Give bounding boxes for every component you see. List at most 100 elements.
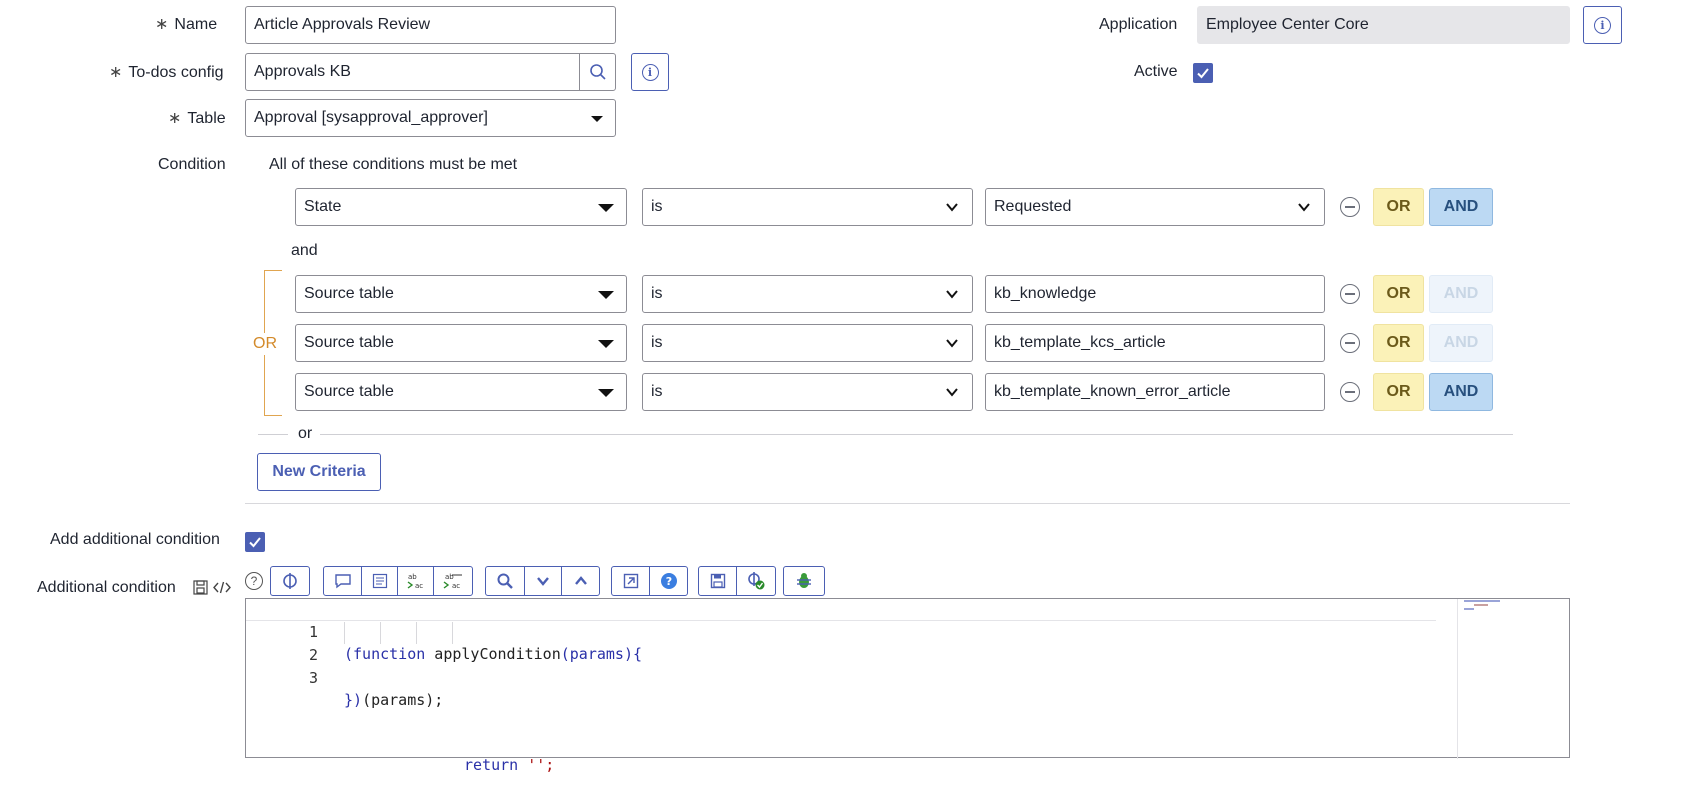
comment-button[interactable]	[323, 566, 362, 596]
condition-field-select[interactable]: State	[295, 188, 627, 226]
scroll-down-button[interactable]	[524, 566, 562, 596]
and-button-disabled: AND	[1429, 324, 1493, 362]
required-marker: ∗	[109, 64, 123, 81]
application-field: Employee Center Core	[1197, 6, 1570, 44]
application-label: Application	[1099, 16, 1178, 33]
additional-condition-label: Additional condition	[37, 579, 176, 596]
or-separator-line-right	[320, 434, 1513, 435]
replace-icon: abac	[407, 573, 423, 590]
chevron-down-icon	[946, 388, 958, 397]
script-editor[interactable]: 1 (function applyCondition(params){ 2 re…	[245, 598, 1570, 774]
and-button-disabled: AND	[1429, 275, 1493, 313]
caret-down-icon	[598, 340, 614, 348]
scroll-up-icon	[574, 576, 587, 585]
and-connector: and	[291, 242, 318, 259]
condition-operator-select[interactable]: is	[642, 324, 973, 362]
info-icon: i	[1594, 16, 1611, 34]
svg-text:ac: ac	[415, 582, 423, 590]
required-marker: ∗	[155, 16, 169, 33]
indent-guide	[344, 622, 345, 644]
todos-config-input[interactable]: Approvals KB	[245, 53, 580, 91]
fullscreen-button[interactable]	[611, 566, 650, 596]
condition-header: All of these conditions must be met	[269, 156, 518, 173]
code-line-3: 3 })(params);	[246, 645, 1436, 709]
active-checkbox[interactable]	[1193, 63, 1213, 83]
condition-field-select[interactable]: Source table	[295, 324, 627, 362]
and-button[interactable]: AND	[1429, 373, 1493, 411]
remove-condition-button[interactable]	[1340, 333, 1360, 353]
indent-guide	[416, 622, 417, 644]
condition-operator-select[interactable]: is	[642, 275, 973, 313]
condition-label: Condition	[158, 156, 226, 173]
application-info-button[interactable]: i	[1583, 6, 1622, 44]
caret-down-icon	[598, 291, 614, 299]
or-button[interactable]: OR	[1373, 324, 1424, 362]
save-script-button[interactable]	[698, 566, 737, 596]
replace-all-button[interactable]: ab ac	[433, 566, 473, 596]
remove-condition-button[interactable]	[1340, 284, 1360, 304]
check-icon	[1197, 68, 1209, 79]
code-toggle-icon[interactable]	[213, 580, 231, 595]
chevron-down-icon	[946, 203, 958, 212]
scroll-up-button[interactable]	[561, 566, 600, 596]
condition-value-input[interactable]: kb_template_kcs_article	[985, 324, 1325, 362]
condition-operator-select[interactable]: is	[642, 188, 973, 226]
or-button[interactable]: OR	[1373, 373, 1424, 411]
add-additional-condition-checkbox[interactable]	[245, 532, 265, 552]
condition-operator-select[interactable]: is	[642, 373, 973, 411]
remove-condition-button[interactable]	[1340, 382, 1360, 402]
script-check-icon	[748, 572, 765, 590]
todos-lookup-button[interactable]	[579, 53, 616, 91]
condition-value-input[interactable]: kb_template_known_error_article	[985, 373, 1325, 411]
name-label: ∗ Name	[155, 16, 218, 33]
todos-info-button[interactable]: i	[631, 53, 669, 91]
or-group-label: OR	[253, 333, 277, 355]
chevron-down-icon	[946, 290, 958, 299]
todos-config-label: ∗ To-dos config	[109, 64, 224, 81]
condition-value-select[interactable]: Requested	[985, 188, 1325, 226]
save-icon[interactable]	[193, 580, 208, 595]
editor-minimap	[1457, 599, 1553, 759]
search-button[interactable]	[485, 566, 525, 596]
svg-text:ab: ab	[408, 573, 417, 581]
table-label: ∗ Table	[168, 110, 226, 127]
indent-guide	[452, 622, 453, 644]
debug-button[interactable]	[783, 566, 825, 596]
or-button[interactable]: OR	[1373, 188, 1424, 226]
chevron-down-icon	[946, 339, 958, 348]
help-circle-button[interactable]: ?	[649, 566, 688, 596]
name-input[interactable]: Article Approvals Review	[245, 6, 616, 44]
active-label: Active	[1134, 63, 1178, 80]
format-button[interactable]	[361, 566, 398, 596]
section-divider	[245, 503, 1570, 504]
table-select[interactable]: Approval [sysapproval_approver]	[245, 99, 616, 137]
script-assist-button[interactable]	[270, 566, 310, 596]
line-number: 3	[308, 669, 318, 687]
condition-field-select[interactable]: Source table	[295, 373, 627, 411]
script-check-button[interactable]	[736, 566, 776, 596]
condition-field-select[interactable]: Source table	[295, 275, 627, 313]
chevron-down-icon	[591, 116, 603, 122]
or-separator-line-left	[258, 434, 288, 435]
search-icon	[589, 64, 606, 80]
and-button[interactable]: AND	[1429, 188, 1493, 226]
debug-icon	[797, 573, 811, 588]
help-circle-icon: ?	[660, 573, 677, 589]
new-criteria-button[interactable]: New Criteria	[257, 453, 381, 491]
or-separator-text: or	[298, 425, 313, 442]
code-line-1: 1 (function applyCondition(params){	[246, 599, 1436, 663]
svg-text:ac: ac	[452, 582, 460, 590]
or-group-bracket-bottom	[264, 364, 282, 416]
svg-text:ab: ab	[445, 573, 454, 581]
caret-down-icon	[598, 389, 614, 397]
svg-text:?: ?	[665, 575, 671, 588]
or-button[interactable]: OR	[1373, 275, 1424, 313]
replace-button[interactable]: ab ac	[397, 566, 434, 596]
condition-value-input[interactable]: kb_knowledge	[985, 275, 1325, 313]
script-assist-icon	[283, 573, 297, 589]
chevron-down-icon	[1298, 203, 1310, 212]
help-icon[interactable]: ?	[245, 572, 263, 590]
table-select-value: Approval [sysapproval_approver]	[254, 109, 488, 126]
fullscreen-icon	[623, 573, 638, 589]
remove-condition-button[interactable]	[1340, 197, 1360, 217]
